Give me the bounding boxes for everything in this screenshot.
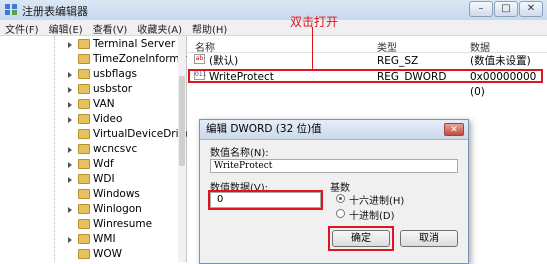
tree-guide-line — [54, 36, 56, 262]
expand-arrow-icon[interactable] — [68, 102, 72, 108]
expand-arrow-icon[interactable] — [68, 162, 72, 168]
folder-icon — [78, 204, 90, 214]
menu-edit[interactable]: 编辑(E) — [44, 20, 88, 36]
tree-item-label: Terminal Server — [93, 38, 176, 50]
string-value-icon: ab — [194, 54, 205, 64]
column-type[interactable]: 类型 — [377, 39, 397, 54]
folder-icon — [78, 129, 90, 139]
base-label: 基数 — [330, 183, 350, 194]
window-title: 注册表编辑器 — [22, 5, 88, 18]
tree-item-label: Winresume — [93, 218, 153, 230]
registry-editor-icon — [5, 4, 17, 15]
tree-item-label: WDI — [93, 173, 115, 185]
data-highlight-box — [208, 190, 323, 210]
expand-arrow-icon[interactable] — [68, 72, 72, 78]
annotation-line — [312, 27, 313, 69]
edit-dword-dialog: 编辑 DWORD (32 位)值 ✕ 数值名称(N): WriteProtect… — [199, 119, 469, 264]
folder-icon — [78, 159, 90, 169]
folder-icon — [78, 54, 90, 64]
expand-arrow-icon[interactable] — [68, 237, 72, 243]
list-row-default[interactable]: ab (默认) REG_SZ (数值未设置) — [187, 54, 547, 69]
expand-arrow-icon[interactable] — [68, 87, 72, 93]
folder-icon — [78, 84, 90, 94]
value-name: (默认) — [209, 55, 239, 67]
dialog-title-bar: 编辑 DWORD (32 位)值 ✕ — [200, 120, 468, 140]
annotation-text: 双击打开 — [290, 15, 339, 29]
value-name-field[interactable]: WriteProtect — [210, 159, 458, 173]
hex-label: 十六进制(H) — [349, 196, 405, 207]
folder-icon — [78, 234, 90, 244]
tree-item-label: wcncsvc — [93, 143, 138, 155]
value-type: REG_SZ — [377, 55, 419, 67]
tree-item-label: VAN — [93, 98, 115, 110]
column-name[interactable]: 名称 — [195, 39, 215, 54]
row-highlight-box — [188, 69, 543, 83]
expand-arrow-icon[interactable] — [68, 177, 72, 183]
expand-arrow-icon[interactable] — [68, 147, 72, 153]
minimize-button[interactable]: – — [469, 1, 493, 17]
menu-file[interactable]: 文件(F) — [0, 20, 44, 36]
ok-highlight-box — [328, 226, 394, 251]
hex-radio[interactable] — [336, 194, 345, 203]
value-data: (数值未设置) — [470, 55, 531, 67]
base-group: 基数 十六进制(H) 十进制(D) — [328, 182, 458, 222]
folder-icon — [78, 189, 90, 199]
expand-arrow-icon[interactable] — [68, 42, 72, 48]
dialog-close-button[interactable]: ✕ — [444, 123, 464, 136]
tree-item-label: Video — [93, 113, 123, 125]
close-window-button[interactable]: ✕ — [519, 1, 543, 17]
scrollbar-thumb[interactable] — [179, 76, 185, 166]
title-bar: 注册表编辑器 – □ ✕ — [0, 0, 547, 20]
dialog-title: 编辑 DWORD (32 位)值 — [206, 123, 322, 135]
maximize-button[interactable]: □ — [494, 1, 518, 17]
folder-icon — [78, 114, 90, 124]
menu-help[interactable]: 帮助(H) — [187, 20, 232, 36]
folder-icon — [78, 69, 90, 79]
tree-item-label: Windows — [93, 188, 140, 200]
tree-item-label: usbflags — [93, 68, 137, 80]
column-data[interactable]: 数据 — [470, 39, 490, 54]
value-name-label: 数值名称(N): — [210, 148, 269, 159]
decimal-radio[interactable] — [336, 209, 345, 218]
cancel-button[interactable]: 取消 — [400, 230, 458, 247]
menu-bar: 文件(F) 编辑(E) 查看(V) 收藏夹(A) 帮助(H) — [0, 20, 547, 36]
folder-icon — [78, 249, 90, 259]
tree-item-label: Winlogon — [93, 203, 142, 215]
tree-item-label: WOW — [93, 248, 123, 260]
folder-icon — [78, 219, 90, 229]
tree-item-label: usbstor — [93, 83, 133, 95]
folder-icon — [78, 39, 90, 49]
menu-view[interactable]: 查看(V) — [88, 20, 133, 36]
folder-icon — [78, 144, 90, 154]
folder-icon — [78, 174, 90, 184]
tree-item-label: WMI — [93, 233, 116, 245]
menu-favorites[interactable]: 收藏夹(A) — [132, 20, 187, 36]
tree-item-label: TimeZoneInformat — [93, 53, 191, 65]
decimal-label: 十进制(D) — [349, 211, 395, 222]
tree-scrollbar[interactable] — [178, 36, 186, 262]
expand-arrow-icon[interactable] — [68, 207, 72, 213]
expand-arrow-icon[interactable] — [68, 117, 72, 123]
tree-item-label: Wdf — [93, 158, 114, 170]
list-header: 名称 类型 数据 — [187, 36, 547, 54]
folder-icon — [78, 99, 90, 109]
